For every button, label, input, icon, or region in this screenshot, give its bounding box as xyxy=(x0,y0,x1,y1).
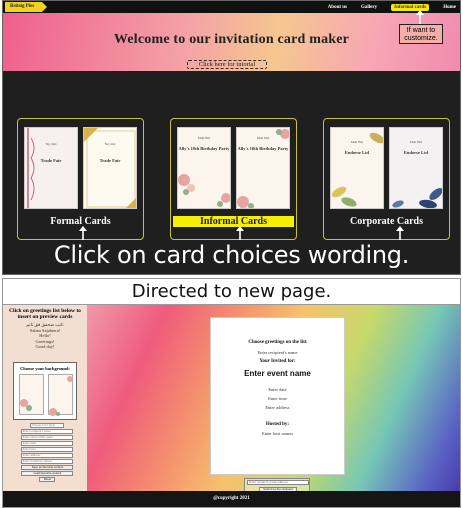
instruction-caption-top: Click on card choices wording. xyxy=(53,241,410,269)
card-decoration xyxy=(27,128,35,208)
time-input[interactable]: Enter time xyxy=(21,447,73,452)
flower-decoration xyxy=(49,376,73,416)
logo[interactable]: Rsitsig Pies xyxy=(5,2,47,12)
preview-host-names: Enter host names xyxy=(262,431,293,436)
corporate-cards-link[interactable]: Corporate Cards xyxy=(324,216,449,227)
font-style-select[interactable]: Choose Font Style xyxy=(30,423,64,428)
event-name-input[interactable]: Enter name of the event xyxy=(21,435,73,440)
preview-invited-label: Your Invited for: xyxy=(259,359,296,364)
nav-about[interactable]: About us xyxy=(328,5,347,10)
date-input[interactable]: Enter date xyxy=(21,441,73,446)
nav-gallery[interactable]: Gallery xyxy=(361,5,377,10)
card-decoration xyxy=(84,128,136,208)
editor-sidebar: Click on greetings list below to insert … xyxy=(3,305,87,493)
page-footer: @copyright 2021 xyxy=(3,491,460,507)
background-chooser-title: Choose your background: xyxy=(20,366,70,371)
flower-decoration xyxy=(20,399,32,411)
preview-date: Enter date xyxy=(268,387,287,392)
informal-card-preview[interactable]: Mail Bid Ally's 10th Birthday Party xyxy=(236,127,290,209)
corporate-cards-group[interactable]: Mail Bid Endorse Ltd Mail Bid Endorse Lt… xyxy=(323,118,450,240)
flower-decoration xyxy=(237,129,289,208)
flower-decoration xyxy=(178,174,230,207)
background-chooser: Choose your background: xyxy=(13,362,77,420)
caption-banner: Directed to new page. xyxy=(2,278,461,304)
preview-event-name: Enter event name xyxy=(244,369,311,378)
informal-card-preview[interactable]: Mail Bid Ally's 10th Birthday Party xyxy=(177,127,231,209)
annotation-note: If want to customize. xyxy=(399,24,443,44)
informal-cards-group[interactable]: Mail Bid Ally's 10th Birthday Party Mail… xyxy=(170,118,297,240)
save-favourite-button[interactable]: Save as favourite content xyxy=(21,465,73,470)
nav-home[interactable]: Home xyxy=(443,5,456,10)
load-favourite-button[interactable]: Load favourite content xyxy=(21,471,73,476)
formal-card-preview[interactable]: Ng rmd Trade Fair xyxy=(83,127,137,209)
nav-links: About us Gallery Informal cards Home xyxy=(328,1,456,13)
card-preview: Choose greetings on the list Enter recip… xyxy=(210,317,345,475)
arrow-up-icon xyxy=(416,10,424,24)
background-thumbnail[interactable] xyxy=(19,374,44,415)
card-controls: Choose Font Style Enter recipient's name… xyxy=(21,423,73,483)
copyright-text: @copyright 2021 xyxy=(213,496,250,501)
tutorial-button[interactable]: Click here for tutorial xyxy=(187,60,267,69)
editor-screenshot: Click on greetings list below to insert … xyxy=(2,304,461,508)
corporate-card-preview[interactable]: Mail Bid Endorse Ltd xyxy=(389,127,443,209)
recipient-name-input[interactable]: Enter recipient's name xyxy=(21,429,73,434)
preview-hosted-by-label: Hosted by: xyxy=(265,422,290,427)
formal-card-preview[interactable]: Ng rmd Trade Fair xyxy=(24,127,78,209)
sidebar-title: Click on greetings list below to insert … xyxy=(9,308,81,320)
preview-greeting: Choose greetings on the list xyxy=(248,340,307,345)
background-thumbnail[interactable] xyxy=(48,374,73,416)
informal-cards-link[interactable]: Informal Cards xyxy=(173,216,294,227)
hero-title: Welcome to our invitation card maker xyxy=(113,32,350,47)
address-input[interactable]: Enter address xyxy=(21,453,73,458)
formal-cards-group[interactable]: Ng rmd Trade Fair Ng rmd Trade Fair Form… xyxy=(17,118,144,240)
preview-address: Enter address xyxy=(265,405,290,410)
send-form: Enter recipient gmail address Submit to … xyxy=(244,478,310,492)
reset-button[interactable]: Reset xyxy=(39,477,55,482)
host-names-input[interactable]: Enter hosted by names xyxy=(21,459,73,464)
greetings-list: ناتب صحفق فق تاتم Salam Sejahtera! Hello… xyxy=(3,322,87,350)
corporate-card-preview[interactable]: Mail Bid Endorse Ltd xyxy=(330,127,384,209)
homepage-screenshot: Rsitsig Pies About us Gallery Informal c… xyxy=(2,0,461,275)
instruction-caption-bottom: Directed to new page. xyxy=(131,281,332,302)
preview-recipient: Enter recipient's name xyxy=(257,350,298,355)
arrow-up-icon xyxy=(236,226,244,240)
greeting-item[interactable]: Good day! xyxy=(3,344,87,350)
hero-banner: Welcome to our invitation card maker Cli… xyxy=(3,13,460,71)
top-nav: Rsitsig Pies About us Gallery Informal c… xyxy=(3,1,460,13)
preview-time: Enter time xyxy=(268,396,287,401)
arrow-up-icon xyxy=(79,226,87,240)
recipient-email-input[interactable]: Enter recipient gmail address xyxy=(247,480,309,485)
arrow-up-icon xyxy=(396,226,404,240)
